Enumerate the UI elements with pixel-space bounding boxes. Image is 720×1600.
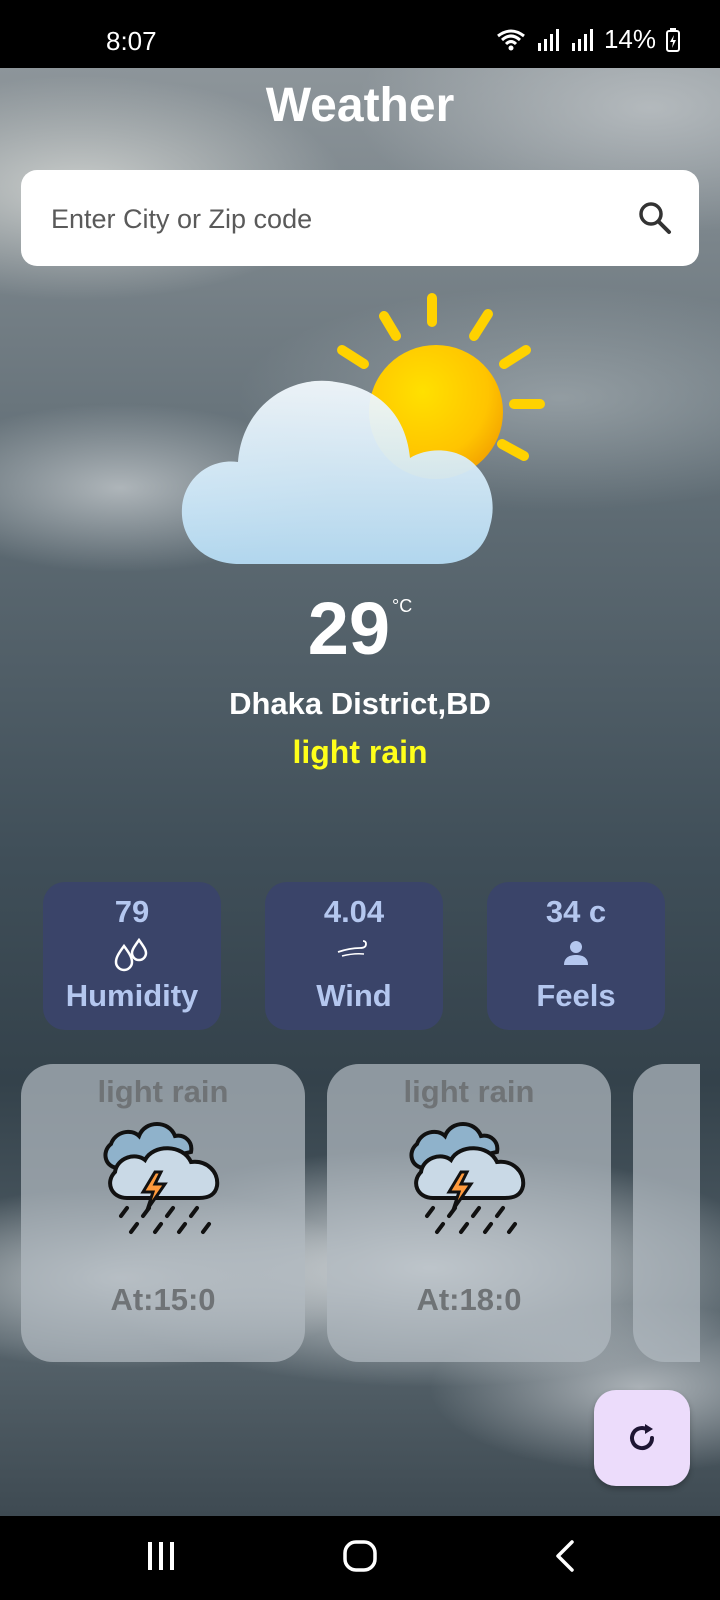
thunderstorm-rain-icon xyxy=(103,1122,220,1234)
battery-charging-icon xyxy=(666,27,680,52)
current-temperature: 29 °C xyxy=(0,586,720,671)
humidity-card: 79 Humidity xyxy=(43,882,221,1030)
search-icon[interactable] xyxy=(637,200,673,236)
status-icons: 14% xyxy=(496,24,680,55)
feels-label: Feels xyxy=(536,978,616,1013)
forecast-card[interactable]: light rain At:15:0 xyxy=(21,1064,305,1362)
humidity-drops-icon xyxy=(114,938,148,972)
partly-cloudy-sun-icon xyxy=(181,293,545,564)
refresh-icon xyxy=(630,1424,655,1451)
system-nav-bar xyxy=(0,1516,720,1600)
wind-label: Wind xyxy=(316,978,392,1013)
thunderstorm-rain-icon xyxy=(409,1122,526,1234)
forecast-condition: light rain xyxy=(97,1074,229,1109)
back-icon[interactable] xyxy=(552,1538,576,1574)
feels-card: 34 c Feels xyxy=(487,882,665,1030)
person-icon xyxy=(564,941,588,965)
signal-icon xyxy=(537,28,559,51)
page-title: Weather xyxy=(265,79,455,132)
temperature-value: 29 xyxy=(307,587,391,670)
location-name: Dhaka District,BD xyxy=(229,686,491,721)
refresh-button[interactable] xyxy=(594,1390,690,1486)
search-input[interactable] xyxy=(49,170,613,268)
search-box[interactable] xyxy=(21,170,699,268)
humidity-value: 79 xyxy=(114,894,150,929)
wifi-icon xyxy=(497,29,525,50)
forecast-card[interactable]: light rain At:18:0 xyxy=(327,1064,611,1362)
feels-value: 34 c xyxy=(545,894,607,929)
signal-icon-2 xyxy=(571,28,593,51)
forecast-condition: light rain xyxy=(403,1074,535,1109)
status-bar: 8:07 14% xyxy=(0,0,720,68)
humidity-label: Humidity xyxy=(65,978,199,1013)
temperature-unit: °C xyxy=(392,596,413,616)
battery-percent: 14% xyxy=(603,24,656,54)
wind-value: 4.04 xyxy=(323,894,385,929)
status-time: 8:07 xyxy=(106,26,157,56)
wind-icon xyxy=(337,940,367,957)
home-icon[interactable] xyxy=(342,1538,378,1574)
forecast-card-partial[interactable] xyxy=(633,1064,700,1362)
current-condition: light rain xyxy=(292,734,428,770)
forecast-time: At:15:0 xyxy=(110,1282,216,1317)
forecast-list[interactable]: light rain At:15:0 light rain At:18:0 xyxy=(21,1064,700,1362)
recent-apps-icon[interactable] xyxy=(146,1538,176,1574)
wind-card: 4.04 Wind xyxy=(265,882,443,1030)
weather-app: Weather Enter City or Zip code 29 °C Dha… xyxy=(0,68,720,1516)
forecast-time: At:18:0 xyxy=(416,1282,522,1317)
